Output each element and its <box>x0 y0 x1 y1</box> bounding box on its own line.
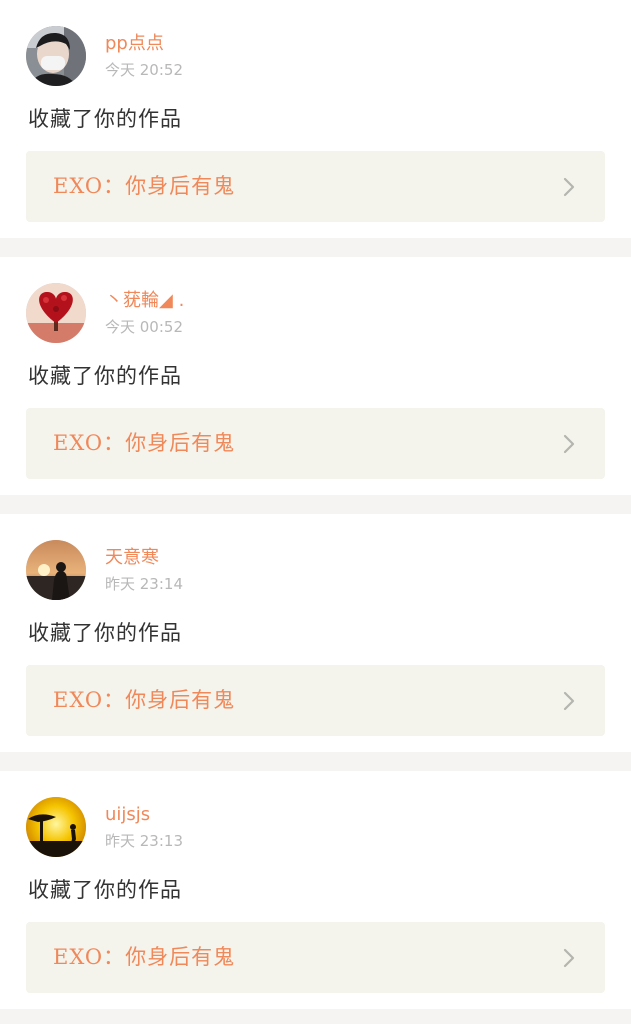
action-text: 收藏了你的作品 <box>28 878 182 902</box>
avatar[interactable] <box>26 26 86 86</box>
work-link[interactable]: EXO：你身后有鬼 <box>26 922 605 993</box>
work-title: EXO：你身后有鬼 <box>53 174 236 198</box>
chevron-right-icon <box>563 948 575 968</box>
avatar[interactable] <box>26 540 86 600</box>
notification-item: 丶莸輪◢ . 今天 00:52 收藏了你的作品 EXO：你身后有鬼 <box>0 257 631 495</box>
chevron-right-icon <box>563 691 575 711</box>
avatar[interactable] <box>26 283 86 343</box>
username[interactable]: 丶莸輪◢ . <box>105 290 184 312</box>
action-text: 收藏了你的作品 <box>28 621 182 645</box>
username[interactable]: pp点点 <box>105 33 164 55</box>
notification-item: uijsjs 昨天 23:13 收藏了你的作品 EXO：你身后有鬼 <box>0 771 631 1009</box>
work-title: EXO：你身后有鬼 <box>53 945 236 969</box>
chevron-right-icon <box>563 177 575 197</box>
action-text: 收藏了你的作品 <box>28 107 182 131</box>
work-link[interactable]: EXO：你身后有鬼 <box>26 665 605 736</box>
chevron-right-icon <box>563 434 575 454</box>
timestamp: 昨天 23:14 <box>105 575 183 593</box>
work-link[interactable]: EXO：你身后有鬼 <box>26 408 605 479</box>
username[interactable]: uijsjs <box>105 804 150 826</box>
red-heart-tree-avatar-icon <box>26 283 86 343</box>
timestamp: 昨天 23:13 <box>105 832 183 850</box>
work-title: EXO：你身后有鬼 <box>53 688 236 712</box>
action-text: 收藏了你的作品 <box>28 364 182 388</box>
work-title: EXO：你身后有鬼 <box>53 431 236 455</box>
timestamp: 今天 00:52 <box>105 318 183 336</box>
work-link[interactable]: EXO：你身后有鬼 <box>26 151 605 222</box>
notification-item: 天意寒 昨天 23:14 收藏了你的作品 EXO：你身后有鬼 <box>0 514 631 752</box>
masked-person-avatar-icon <box>26 26 86 86</box>
timestamp: 今天 20:52 <box>105 61 183 79</box>
notification-item: pp点点 今天 20:52 收藏了你的作品 EXO：你身后有鬼 <box>0 0 631 238</box>
sunset-runner-avatar-icon <box>26 797 86 857</box>
avatar[interactable] <box>26 797 86 857</box>
sunset-silhouette-avatar-icon <box>26 540 86 600</box>
username[interactable]: 天意寒 <box>105 547 159 569</box>
